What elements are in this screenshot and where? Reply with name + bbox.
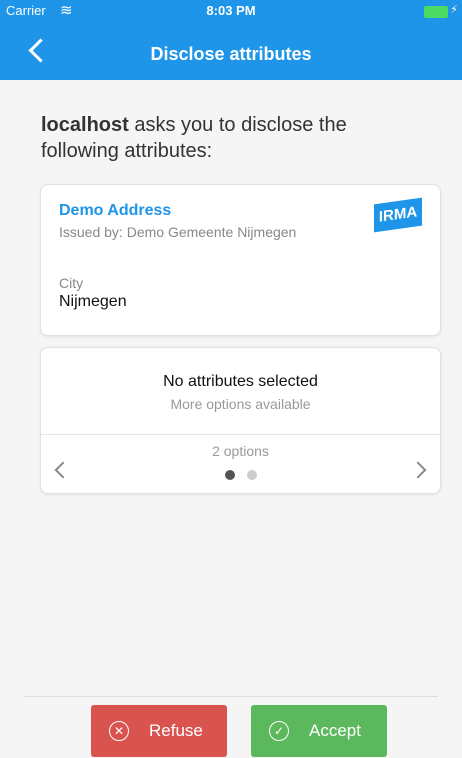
page-indicator (41, 467, 440, 485)
refuse-button[interactable]: ✕ Refuse (91, 705, 227, 757)
accept-label: Accept (309, 721, 361, 740)
options-count: 2 options (212, 443, 269, 459)
navigation-bar: Carrier ≋ 8:03 PM ⚡ Disclose attributes (0, 0, 462, 80)
credential-title: Demo Address (59, 202, 172, 219)
disclosure-intro: localhost asks you to disclose the follo… (41, 112, 421, 164)
check-circle-icon: ✓ (269, 721, 289, 741)
selection-title: No attributes selected (163, 373, 318, 390)
attribute-value: Nijmegen (59, 293, 127, 310)
charging-icon: ⚡ (450, 4, 458, 16)
attribute-label: City (59, 275, 84, 291)
divider (41, 434, 440, 435)
accept-button[interactable]: ✓ Accept (251, 705, 387, 757)
credential-issuer: Issued by: Demo Gemeente Nijmegen (59, 224, 297, 240)
refuse-label: Refuse (149, 721, 203, 740)
page-dot-active[interactable] (224, 470, 235, 480)
status-bar: Carrier ≋ 8:03 PM ⚡ (0, 0, 462, 22)
bottom-divider (24, 696, 438, 697)
battery-icon (424, 6, 448, 18)
page-dot[interactable] (246, 470, 257, 480)
selection-subtitle: More options available (170, 396, 311, 412)
credential-card[interactable]: Demo Address Issued by: Demo Gemeente Ni… (40, 184, 441, 336)
clock: 8:03 PM (206, 3, 256, 18)
attribute-selection-card[interactable]: No attributes selected More options avai… (40, 347, 441, 494)
cross-circle-icon: ✕ (109, 721, 129, 741)
irma-logo-icon: IRMA (374, 197, 422, 233)
requester-name: localhost (41, 114, 129, 136)
page-title: Disclose attributes (150, 44, 312, 64)
